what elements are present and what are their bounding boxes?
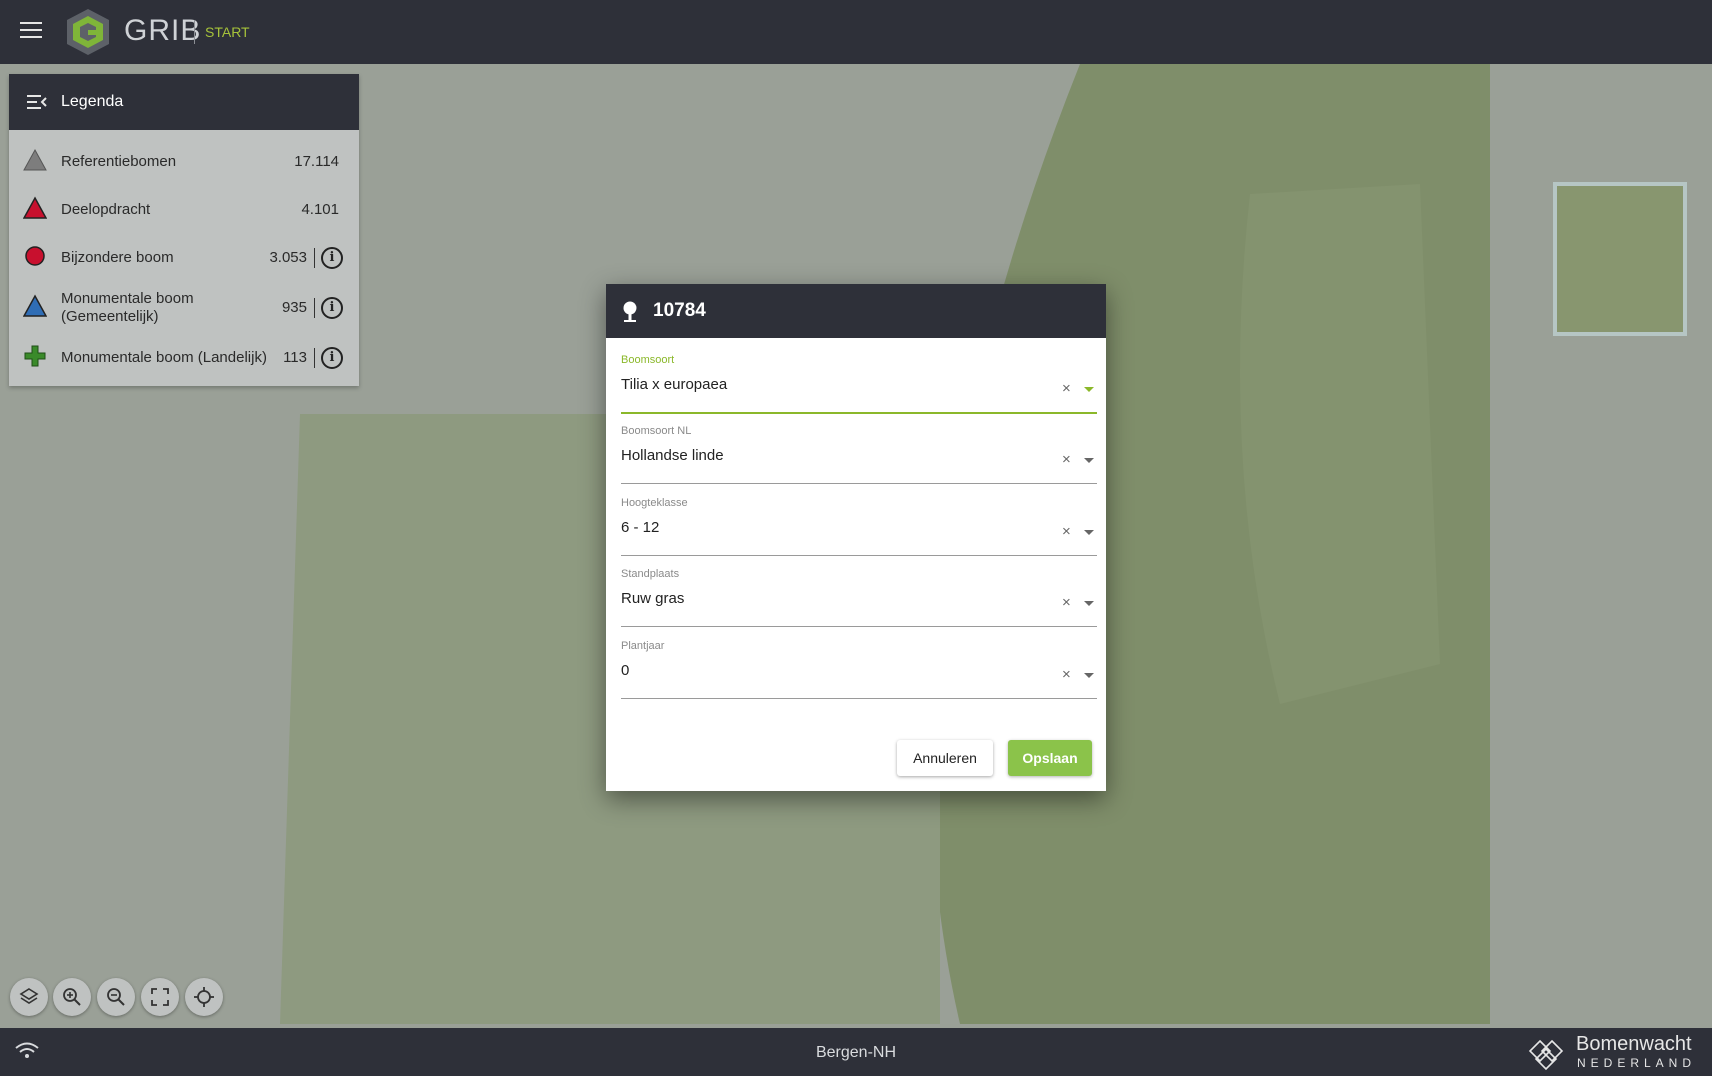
hoogteklasse-field[interactable]: Hoogteklasse 6 - 12 ×	[621, 497, 1097, 557]
field-underline	[621, 483, 1097, 484]
legend-title: Legenda	[61, 93, 124, 110]
top-bar: GRIB START	[0, 0, 1712, 64]
field-value[interactable]: 6 - 12	[621, 519, 659, 536]
locate-button[interactable]	[185, 978, 223, 1016]
logo-divider	[194, 20, 195, 44]
info-divider	[314, 248, 315, 268]
cancel-button[interactable]: Annuleren	[897, 740, 993, 776]
zoom-in-button[interactable]	[53, 978, 91, 1016]
chevron-down-icon[interactable]	[1084, 458, 1094, 463]
legend-count: 17.114	[294, 153, 339, 170]
legend-label: Referentiebomen	[61, 153, 177, 170]
legend-label: Deelopdracht	[61, 201, 151, 218]
chevron-down-icon[interactable]	[1084, 601, 1094, 606]
green-cross-icon	[24, 345, 46, 367]
app-name: GRIB	[124, 14, 202, 47]
bottom-bar: Bergen-NH Bomenwacht NEDERLAND	[0, 1028, 1712, 1076]
tree-edit-dialog: 10784 Boomsoort Tilia x europaea × Booms…	[606, 284, 1106, 791]
plantjaar-field[interactable]: Plantjaar 0 ×	[621, 640, 1097, 700]
field-label: Standplaats	[621, 568, 680, 580]
info-icon[interactable]: i	[321, 347, 343, 369]
field-value[interactable]: Hollandse linde	[621, 447, 724, 464]
legend-item-monumentale-boom-gemeentelijk[interactable]: Monumentale boom (Gemeentelijk) 935 i	[9, 286, 359, 330]
chevron-down-icon[interactable]	[1084, 530, 1094, 535]
legend-item-bijzondere-boom[interactable]: Bijzondere boom 3.053 i	[9, 238, 359, 278]
location-label: Bergen-NH	[815, 1044, 897, 1061]
layers-icon	[19, 988, 39, 1004]
legend-count: 935	[281, 299, 307, 316]
brand-subtitle: NEDERLAND	[1577, 1056, 1697, 1070]
legend-header: Legenda	[9, 74, 359, 130]
chevron-down-icon[interactable]	[1084, 673, 1094, 678]
field-label: Boomsoort NL	[621, 425, 692, 437]
estate-grounds	[280, 414, 620, 1024]
legend-label: Monumentale boom (Landelijk)	[61, 349, 267, 366]
field-label: Boomsoort	[621, 354, 675, 366]
red-triangle-icon	[23, 196, 47, 219]
boomsoort-field[interactable]: Boomsoort Tilia x europaea ×	[621, 354, 1097, 414]
info-divider	[314, 298, 315, 318]
field-underline	[621, 626, 1097, 627]
save-button[interactable]: Opslaan	[1008, 740, 1092, 776]
collapse-legend-icon[interactable]	[27, 94, 47, 110]
clear-icon[interactable]: ×	[1062, 523, 1071, 540]
legend-label: Monumentale boom (Gemeentelijk)	[61, 290, 194, 325]
dialog-header: 10784	[606, 284, 1106, 338]
boomsoort-nl-field[interactable]: Boomsoort NL Hollandse linde ×	[621, 425, 1097, 485]
legend-item-deelopdracht[interactable]: Deelopdracht 4.101	[9, 190, 359, 230]
field-value[interactable]: 0	[621, 662, 629, 679]
field-underline	[621, 412, 1097, 414]
dialog-title: 10784	[653, 300, 706, 321]
clear-icon[interactable]: ×	[1062, 380, 1071, 397]
info-icon[interactable]: i	[321, 297, 343, 319]
legend-count: 3.053	[269, 249, 307, 266]
legend-count: 113	[283, 349, 307, 366]
info-icon[interactable]: i	[321, 247, 343, 269]
fullscreen-button[interactable]	[141, 978, 179, 1016]
clear-icon[interactable]: ×	[1062, 451, 1071, 468]
legend-count: 4.101	[301, 201, 339, 218]
clear-icon[interactable]: ×	[1062, 594, 1071, 611]
legend-label: Bijzondere boom	[61, 249, 174, 266]
info-divider	[314, 348, 315, 368]
bomenwacht-logo-icon	[1528, 1039, 1564, 1071]
legend-panel: Legenda Referentiebomen 17.114 Deelopdra…	[9, 74, 359, 386]
field-value[interactable]: Ruw gras	[621, 590, 684, 607]
legend-item-monumentale-boom-landelijk[interactable]: Monumentale boom (Landelijk) 113 i	[9, 338, 359, 378]
red-circle-icon	[25, 246, 45, 266]
zoom-out-icon	[107, 988, 125, 1006]
standplaats-field[interactable]: Standplaats Ruw gras ×	[621, 568, 1097, 628]
sports-field	[1553, 182, 1687, 336]
blue-triangle-icon	[23, 294, 47, 317]
zoom-out-button[interactable]	[97, 978, 135, 1016]
zoom-in-icon	[63, 988, 81, 1006]
field-underline	[621, 698, 1097, 699]
tree-pin-icon	[623, 301, 637, 322]
locate-icon	[194, 987, 214, 1007]
legend-item-referentiebomen[interactable]: Referentiebomen 17.114	[9, 142, 359, 182]
field-value[interactable]: Tilia x europaea	[621, 376, 727, 393]
field-label: Hoogteklasse	[621, 497, 688, 509]
menu-icon[interactable]	[20, 22, 42, 40]
chevron-down-icon[interactable]	[1084, 387, 1094, 392]
app-section[interactable]: START	[205, 24, 250, 40]
layers-button[interactable]	[10, 978, 48, 1016]
grib-logo-icon	[67, 9, 109, 55]
field-area	[1240, 184, 1440, 704]
field-underline	[621, 555, 1097, 556]
field-label: Plantjaar	[621, 640, 665, 652]
grey-triangle-icon	[23, 148, 47, 171]
brand-name: Bomenwacht	[1576, 1033, 1692, 1055]
clear-icon[interactable]: ×	[1062, 666, 1071, 683]
fullscreen-icon	[151, 988, 169, 1006]
